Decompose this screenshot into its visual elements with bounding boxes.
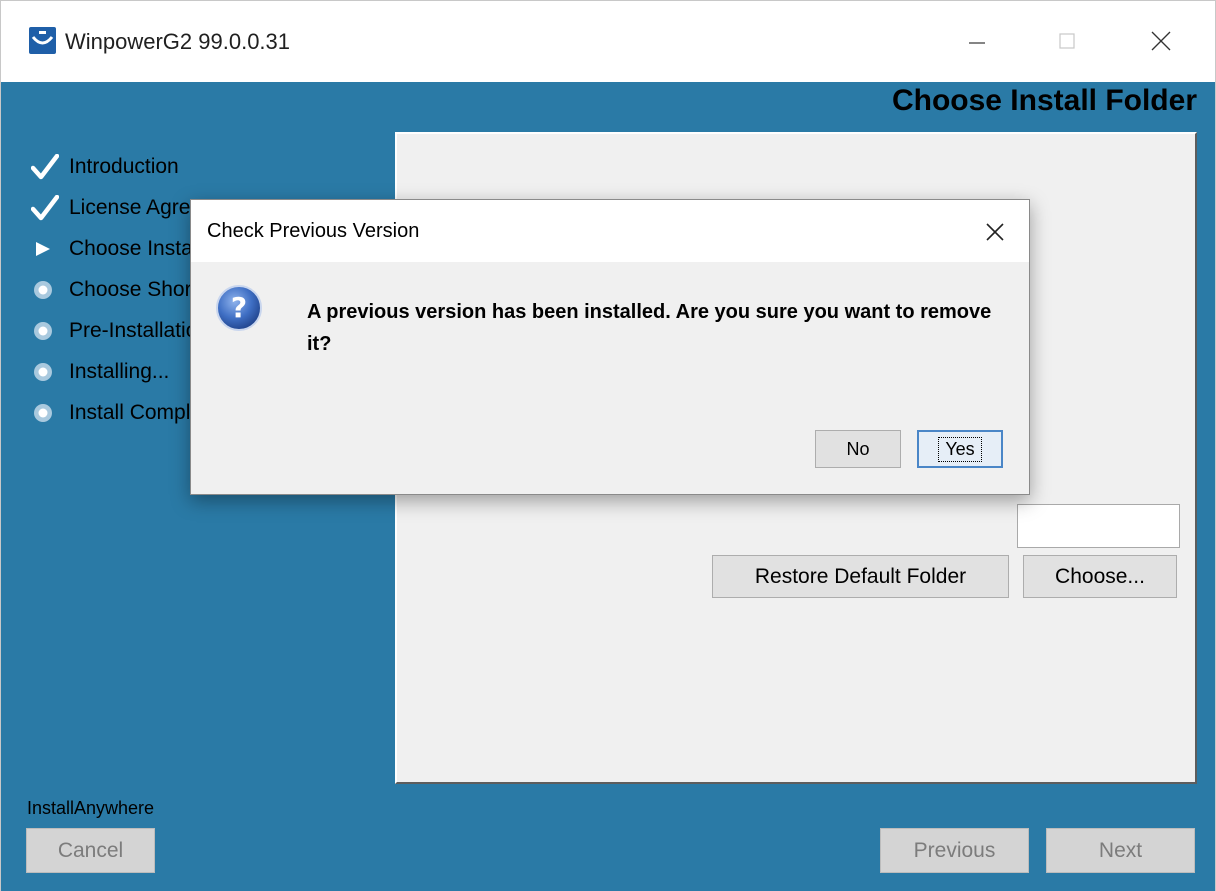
minimize-icon[interactable] — [957, 21, 997, 61]
bullet-icon — [31, 316, 69, 346]
next-button[interactable]: Next — [1046, 828, 1195, 873]
yes-button[interactable]: Yes — [917, 430, 1003, 468]
maximize-icon[interactable] — [1047, 21, 1087, 61]
dialog-title: Check Previous Version — [207, 220, 420, 242]
dialog-message: A previous version has been installed. A… — [307, 301, 992, 355]
window-titlebar[interactable]: WinpowerG2 99.0.0.31 — [1, 1, 1215, 81]
installer-window: WinpowerG2 99.0.0.31 Choose Install Fold… — [0, 0, 1216, 891]
window-title: WinpowerG2 99.0.0.31 — [65, 29, 291, 54]
bullet-icon — [31, 357, 69, 387]
restore-default-folder-button[interactable]: Restore Default Folder — [712, 555, 1009, 598]
close-icon[interactable] — [1141, 21, 1181, 61]
yes-button-label: Yes — [938, 436, 982, 462]
no-button-label: No — [846, 438, 870, 459]
svg-text:?: ? — [231, 291, 247, 324]
choose-folder-button[interactable]: Choose... — [1023, 555, 1177, 598]
no-button[interactable]: No — [815, 430, 901, 468]
page-title: Choose Install Folder — [891, 84, 1197, 117]
brand-label: InstallAnywhere — [27, 798, 155, 818]
check-icon — [31, 193, 69, 223]
check-previous-version-dialog: Check Previous Version ? A previous vers… — [190, 199, 1030, 495]
step-introduction: Introduction — [31, 146, 391, 187]
dialog-close-icon[interactable] — [977, 214, 1013, 250]
install-folder-field[interactable] — [1017, 504, 1180, 548]
dialog-titlebar[interactable]: Check Previous Version — [191, 200, 1029, 262]
step-label: Introduction — [69, 154, 179, 178]
cancel-button[interactable]: Cancel — [26, 828, 155, 873]
app-logo-icon — [29, 27, 56, 54]
question-icon: ? — [215, 284, 263, 332]
bullet-icon — [31, 275, 69, 305]
bullet-icon — [31, 398, 69, 428]
previous-button[interactable]: Previous — [880, 828, 1029, 873]
step-label: Installing... — [69, 359, 170, 383]
check-icon — [31, 152, 69, 182]
triangle-right-icon — [31, 234, 69, 264]
